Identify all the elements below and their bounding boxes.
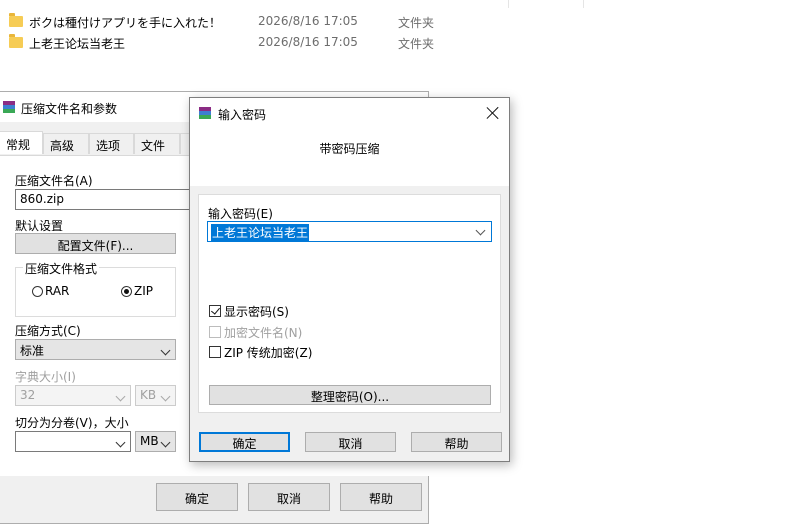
split-size-input[interactable] xyxy=(15,431,131,452)
chevron-down-icon xyxy=(160,437,171,448)
zip-legacy-checkbox[interactable] xyxy=(209,346,221,358)
archive-help-button[interactable]: 帮助 xyxy=(340,483,422,511)
profiles-button[interactable]: 配置文件(F)... xyxy=(15,233,176,254)
column-divider xyxy=(508,0,509,8)
format-zip-label: ZIP xyxy=(134,284,153,298)
tab-advanced[interactable]: 高级 xyxy=(43,133,89,154)
tab-general[interactable]: 常规 xyxy=(0,131,43,154)
dict-unit-value: KB xyxy=(140,388,157,402)
format-rar-radio[interactable] xyxy=(32,286,43,297)
winrar-icon xyxy=(3,101,15,113)
dict-unit-select[interactable]: KB xyxy=(135,385,176,406)
zip-legacy-label: ZIP 传统加密(Z) xyxy=(224,346,313,360)
column-divider xyxy=(583,0,584,8)
password-heading: 带密码压缩 xyxy=(319,142,380,156)
dict-size-select[interactable]: 32 xyxy=(15,385,131,406)
file-date: 2026/8/16 17:05 xyxy=(258,14,358,28)
file-row[interactable]: ボクは種付けアプリを手に入れた！ 2026/8/16 17:05 文件夹 xyxy=(0,11,800,33)
chevron-down-icon xyxy=(115,437,126,448)
close-icon[interactable] xyxy=(485,105,501,121)
tab-options[interactable]: 选项 xyxy=(89,133,134,154)
folder-icon xyxy=(9,13,23,27)
dict-size-value: 32 xyxy=(20,388,36,402)
format-rar-label: RAR xyxy=(45,284,70,298)
password-label: 输入密码(E) xyxy=(208,207,273,221)
password-ok-button[interactable]: 确定 xyxy=(199,432,290,452)
password-dialog: 输入密码 带密码压缩 输入密码(E) 上老王论坛当老王 显示密码(S) 加密文件… xyxy=(189,97,510,462)
method-value: 标准 xyxy=(20,344,45,358)
password-dialog-title: 输入密码 xyxy=(218,108,267,122)
tab-files[interactable]: 文件 xyxy=(134,133,180,154)
chevron-down-icon xyxy=(160,345,171,356)
format-zip-radio[interactable] xyxy=(121,286,132,297)
encrypt-names-label: 加密文件名(N) xyxy=(224,326,303,340)
file-name: ボクは種付けアプリを手に入れた！ xyxy=(29,16,222,30)
method-select[interactable]: 标准 xyxy=(15,339,176,360)
chevron-down-icon xyxy=(160,391,171,402)
chevron-down-icon xyxy=(115,391,126,402)
split-unit-select[interactable]: MB xyxy=(135,431,176,452)
archive-name-label: 压缩文件名(A) xyxy=(15,174,93,188)
format-group-label: 压缩文件格式 xyxy=(23,260,100,277)
file-row[interactable]: 上老王论坛当老王 2026/8/16 17:05 文件夹 xyxy=(0,32,800,54)
password-dialog-header: 带密码压缩 xyxy=(190,128,509,186)
method-label: 压缩方式(C) xyxy=(15,324,81,338)
default-settings-label: 默认设置 xyxy=(15,219,64,233)
split-label: 切分为分卷(V)，大小 xyxy=(15,416,129,430)
winrar-icon xyxy=(199,107,211,119)
password-cancel-button[interactable]: 取消 xyxy=(305,432,396,452)
archive-ok-button[interactable]: 确定 xyxy=(156,483,238,511)
chevron-down-icon[interactable] xyxy=(475,225,486,236)
show-password-checkbox[interactable] xyxy=(209,305,221,317)
show-password-label: 显示密码(S) xyxy=(224,305,289,319)
folder-icon xyxy=(9,34,23,48)
password-value: 上老王论坛当老王 xyxy=(211,224,310,241)
file-name: 上老王论坛当老王 xyxy=(29,37,126,51)
organize-passwords-button[interactable]: 整理密码(O)... xyxy=(209,385,491,405)
password-help-button[interactable]: 帮助 xyxy=(411,432,502,452)
dict-label: 字典大小(I) xyxy=(15,370,76,384)
split-unit-value: MB xyxy=(140,434,159,448)
file-type: 文件夹 xyxy=(398,37,435,51)
encrypt-names-checkbox[interactable] xyxy=(209,326,221,338)
archive-cancel-button[interactable]: 取消 xyxy=(248,483,330,511)
password-input[interactable]: 上老王论坛当老王 xyxy=(207,221,492,242)
password-dialog-titlebar[interactable]: 输入密码 xyxy=(190,98,509,128)
archive-dialog-title: 压缩文件名和参数 xyxy=(21,102,118,116)
file-date: 2026/8/16 17:05 xyxy=(258,35,358,49)
archive-name-input[interactable]: 860.zip xyxy=(15,189,205,210)
file-type: 文件夹 xyxy=(398,16,435,30)
